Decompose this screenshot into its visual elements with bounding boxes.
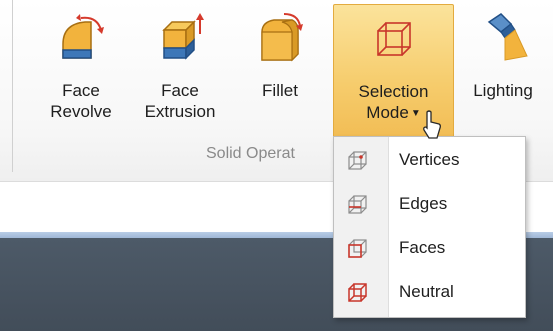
menu-item-edges[interactable]: Edges	[334, 183, 525, 227]
face-extrusion-icon	[162, 13, 204, 60]
lighting-label: Lighting	[473, 81, 533, 100]
vertices-icon	[348, 151, 367, 170]
lighting-button[interactable]: Lighting	[458, 4, 548, 138]
menu-item-vertices[interactable]: Vertices	[334, 139, 525, 183]
menu-item-faces[interactable]: Faces	[334, 227, 525, 271]
menu-item-label: Faces	[399, 238, 446, 257]
selection-mode-icon	[376, 22, 411, 56]
fillet-icon	[261, 13, 303, 62]
mouse-pointer-icon	[423, 110, 441, 139]
face-extrusion-label: Face Extrusion	[144, 81, 216, 121]
edges-icon	[348, 195, 367, 214]
fillet-button[interactable]: Fillet	[240, 4, 320, 138]
lighting-icon	[487, 13, 528, 61]
menu-item-neutral[interactable]: Neutral	[334, 271, 525, 315]
fillet-label: Fillet	[262, 81, 298, 100]
menu-item-label: Vertices	[399, 150, 460, 169]
menu-item-label: Edges	[399, 194, 448, 213]
ribbon-divider	[12, 0, 13, 172]
face-revolve-label: Face Revolve	[50, 81, 112, 121]
faces-icon	[348, 239, 367, 258]
face-revolve-icon	[62, 14, 104, 59]
neutral-icon	[348, 283, 367, 302]
dropdown-arrow-icon: ▼	[410, 108, 421, 119]
selection-mode-menu: Vertices Edges Faces Neutral	[333, 136, 526, 318]
face-revolve-button[interactable]: Face Revolve	[38, 4, 124, 138]
menu-item-label: Neutral	[399, 282, 454, 301]
ribbon-group-caption: Solid Operat	[206, 145, 295, 162]
face-extrusion-button[interactable]: Face Extrusion	[132, 4, 228, 138]
